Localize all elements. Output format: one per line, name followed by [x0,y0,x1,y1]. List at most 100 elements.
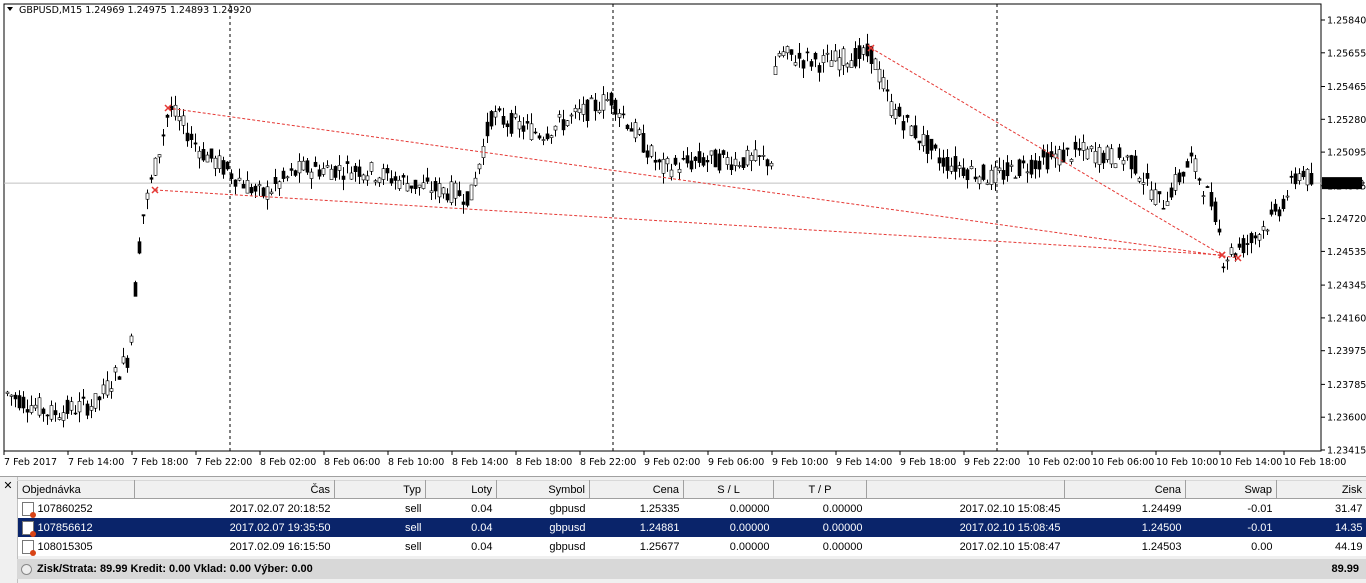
candle-body [962,168,965,176]
column-header[interactable]: Swap [1186,481,1277,499]
candle-body [1270,210,1273,214]
candle-body [514,114,517,117]
candle-body [1238,244,1241,247]
order-icon [22,540,34,554]
candle-body [174,105,177,116]
column-header[interactable]: Loty [426,481,497,499]
candle-body [890,102,893,116]
table-row[interactable]: 108015305 2017.02.09 16:15:50 sell 0.04 … [18,537,1366,556]
column-header[interactable]: Cena [590,481,684,499]
candle-body [754,150,757,161]
candle-body [766,160,769,166]
candle-body [334,166,337,177]
price-chart[interactable]: GBPUSD,M15 1.24969 1.24975 1.24893 1.249… [0,0,1366,474]
candle-body [58,418,61,420]
candles [6,34,1313,428]
candle-body [54,411,57,415]
candle-body [50,405,53,419]
candle-body [862,48,865,55]
candle-body [110,389,113,392]
candle-body [762,155,765,156]
candle-body [138,242,141,253]
price-label: 1.24535 [1327,247,1366,258]
candle-body [1294,174,1297,184]
candle-body [1190,153,1193,156]
candle-body [914,126,917,138]
candle-body [974,177,977,179]
candle-body [918,141,921,143]
candle-body [1006,163,1009,176]
close-icon[interactable]: ✕ [2,480,14,492]
column-header[interactable]: Objednávka [18,481,135,499]
candle-body [1282,199,1285,209]
candle-body [470,185,473,200]
candle-body [1274,204,1277,211]
candle-body [550,136,553,138]
candle-body [242,184,245,188]
candle-body [1250,233,1253,242]
table-row[interactable]: 107856612 2017.02.07 19:35:50 sell 0.04 … [18,518,1366,537]
candle-body [978,177,981,184]
column-header[interactable]: Symbol [497,481,590,499]
swap-cell: -0.01 [1186,499,1277,519]
candle-body [1118,148,1121,158]
candle-body [662,159,665,173]
candle-body [206,155,209,162]
candle-body [710,151,713,155]
candle-body [530,124,533,140]
candle-body [938,158,941,163]
order-number: 107860252 [38,502,93,514]
candle-body [106,381,109,395]
candle-body [782,52,785,56]
candle-body [154,158,157,175]
candle-body [494,112,497,117]
candle-body [82,397,85,398]
candle-body [446,194,449,200]
candle-body [1202,196,1205,197]
time-label: 8 Feb 06:00 [324,457,380,468]
column-header[interactable]: Cena [1065,481,1186,499]
chart-canvas[interactable]: GBPUSD,M15 1.24969 1.24975 1.24893 1.249… [0,0,1366,474]
candle-body [402,175,405,177]
candle-body [1178,173,1181,182]
candle-body [1310,173,1313,184]
candle-body [102,385,105,394]
candle-body [874,59,877,70]
candle-body [1110,149,1113,164]
candle-body [214,158,217,168]
column-header[interactable]: Zisk [1277,481,1366,499]
candle-body [666,158,669,163]
candle-body [994,167,997,183]
candle-body [818,65,821,72]
price-cell: 1.25677 [590,537,684,556]
candle-body [290,169,293,171]
symbol-cell: gbpusd [497,499,590,519]
candle-body [342,176,345,179]
candle-body [454,183,457,198]
candle-body [1214,202,1217,222]
candle-body [610,93,613,105]
candle-body [786,47,789,53]
candle-body [730,165,733,170]
column-header[interactable] [867,481,1065,499]
column-header[interactable]: Typ [335,481,426,499]
candle-body [586,100,589,121]
symbol-cell: gbpusd [497,537,590,556]
close-time-cell: 2017.02.10 15:08:45 [867,518,1065,537]
column-header[interactable]: T / P [774,481,867,499]
candle-body [1106,147,1109,160]
table-row[interactable]: 107860252 2017.02.07 20:18:52 sell 0.04 … [18,499,1366,519]
time-label: 7 Feb 22:00 [196,457,252,468]
tp-cell: 0.00000 [774,537,867,556]
candle-body [690,161,693,169]
candle-body [238,178,241,180]
candle-body [750,155,753,160]
type-cell: sell [335,499,426,519]
candle-body [510,113,513,133]
candle-body [1154,190,1157,205]
column-header[interactable]: S / L [684,481,774,499]
column-header[interactable]: Čas [135,481,335,499]
candle-body [398,180,401,188]
price-label: 1.25840 [1327,16,1366,27]
candle-body [146,193,149,199]
